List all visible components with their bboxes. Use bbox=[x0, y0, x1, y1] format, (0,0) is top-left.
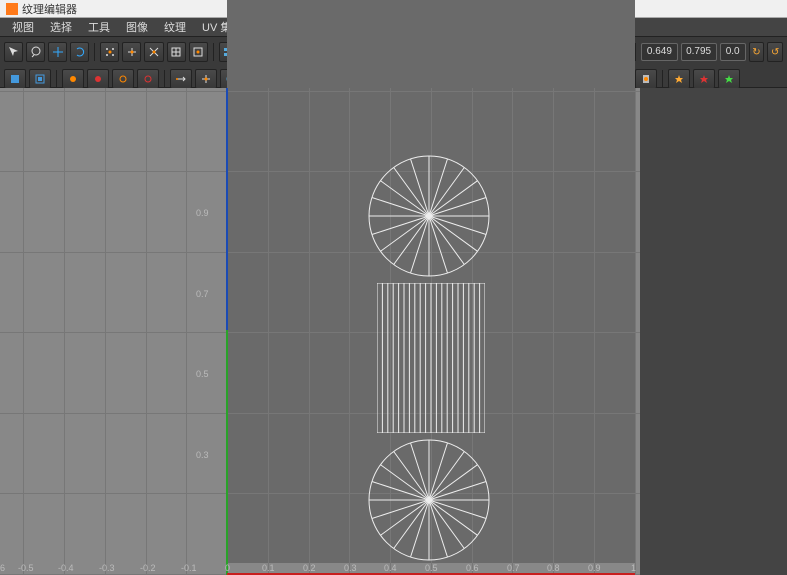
uv-cap-top[interactable] bbox=[367, 154, 491, 278]
star-a-icon[interactable] bbox=[668, 69, 690, 89]
menu-view[interactable]: 视图 bbox=[4, 17, 42, 37]
shell-select-a-icon[interactable] bbox=[4, 69, 26, 89]
axis-z-icon[interactable] bbox=[112, 69, 134, 89]
uv-cap-bottom[interactable] bbox=[367, 438, 491, 562]
ruler-x-i: 0.2 bbox=[303, 563, 316, 573]
ruler-x-h: 0.1 bbox=[262, 563, 275, 573]
viewport-gutter bbox=[640, 88, 787, 575]
ruler-y-03: 0.3 bbox=[196, 450, 209, 460]
ruler-y-05: 0.5 bbox=[196, 369, 209, 379]
uv-canvas[interactable]: 0.9 0.7 0.5 0.3 6 -0.5 -0.4 -0.3 -0.2 -0… bbox=[0, 88, 640, 575]
snap-d-icon[interactable] bbox=[167, 42, 186, 62]
star-b-icon[interactable] bbox=[693, 69, 715, 89]
ruler-x-a: 6 bbox=[0, 563, 5, 573]
menu-select[interactable]: 选择 bbox=[42, 17, 80, 37]
uv-body[interactable] bbox=[377, 283, 485, 433]
rotate-uv-icon[interactable] bbox=[70, 42, 89, 62]
ruler-x-d: -0.3 bbox=[99, 563, 115, 573]
shell-select-b-icon[interactable] bbox=[29, 69, 51, 89]
page-d-icon[interactable] bbox=[635, 69, 657, 89]
ruler-x-l: 0.5 bbox=[425, 563, 438, 573]
app-logo-icon bbox=[6, 3, 18, 15]
rotation-field[interactable]: 0.0 bbox=[720, 43, 746, 61]
snap-b-icon[interactable] bbox=[122, 42, 141, 62]
ruler-x-k: 0.4 bbox=[384, 563, 397, 573]
uv-viewport[interactable]: 0.9 0.7 0.5 0.3 6 -0.5 -0.4 -0.3 -0.2 -0… bbox=[0, 88, 787, 575]
ruler-y-07: 0.7 bbox=[196, 289, 209, 299]
ruler-x-q: 1 bbox=[631, 563, 636, 573]
rot-reset-icon[interactable]: ↻ bbox=[749, 42, 765, 62]
coord-x-field[interactable]: 0.649 bbox=[641, 43, 677, 61]
ruler-x-e: -0.2 bbox=[140, 563, 156, 573]
ruler-x-m: 0.6 bbox=[466, 563, 479, 573]
ruler-x-f: -0.1 bbox=[181, 563, 197, 573]
ruler-x-b: -0.5 bbox=[18, 563, 34, 573]
axis-v-blue bbox=[226, 88, 228, 330]
axis-x-icon[interactable] bbox=[62, 69, 84, 89]
lasso-tool-icon[interactable] bbox=[26, 42, 45, 62]
ruler-x-o: 0.8 bbox=[547, 563, 560, 573]
ruler-x-p: 0.9 bbox=[588, 563, 601, 573]
move-uv-icon[interactable] bbox=[48, 42, 67, 62]
ruler-x-c: -0.4 bbox=[58, 563, 74, 573]
menu-image[interactable]: 图像 bbox=[118, 17, 156, 37]
snap-e-icon[interactable] bbox=[189, 42, 208, 62]
snap-a-icon[interactable] bbox=[100, 42, 119, 62]
rot-ccw-icon[interactable]: ↺ bbox=[767, 42, 783, 62]
center-dot-icon[interactable] bbox=[195, 69, 217, 89]
snap-c-icon[interactable] bbox=[144, 42, 163, 62]
star-c-icon[interactable] bbox=[718, 69, 740, 89]
window-title: 纹理编辑器 bbox=[22, 1, 77, 17]
axis-v-green bbox=[226, 330, 228, 575]
axis-y-icon[interactable] bbox=[87, 69, 109, 89]
ruler-y-09: 0.9 bbox=[196, 208, 209, 218]
menu-tools[interactable]: 工具 bbox=[80, 17, 118, 37]
ruler-x-g: 0 bbox=[225, 563, 230, 573]
ruler-x-n: 0.7 bbox=[507, 563, 520, 573]
axis-w-icon[interactable] bbox=[137, 69, 159, 89]
ruler-x-j: 0.3 bbox=[344, 563, 357, 573]
select-tool-icon[interactable] bbox=[4, 42, 23, 62]
menu-texture[interactable]: 纹理 bbox=[156, 17, 194, 37]
coord-y-field[interactable]: 0.795 bbox=[681, 43, 717, 61]
arrow-dot-icon[interactable] bbox=[170, 69, 192, 89]
